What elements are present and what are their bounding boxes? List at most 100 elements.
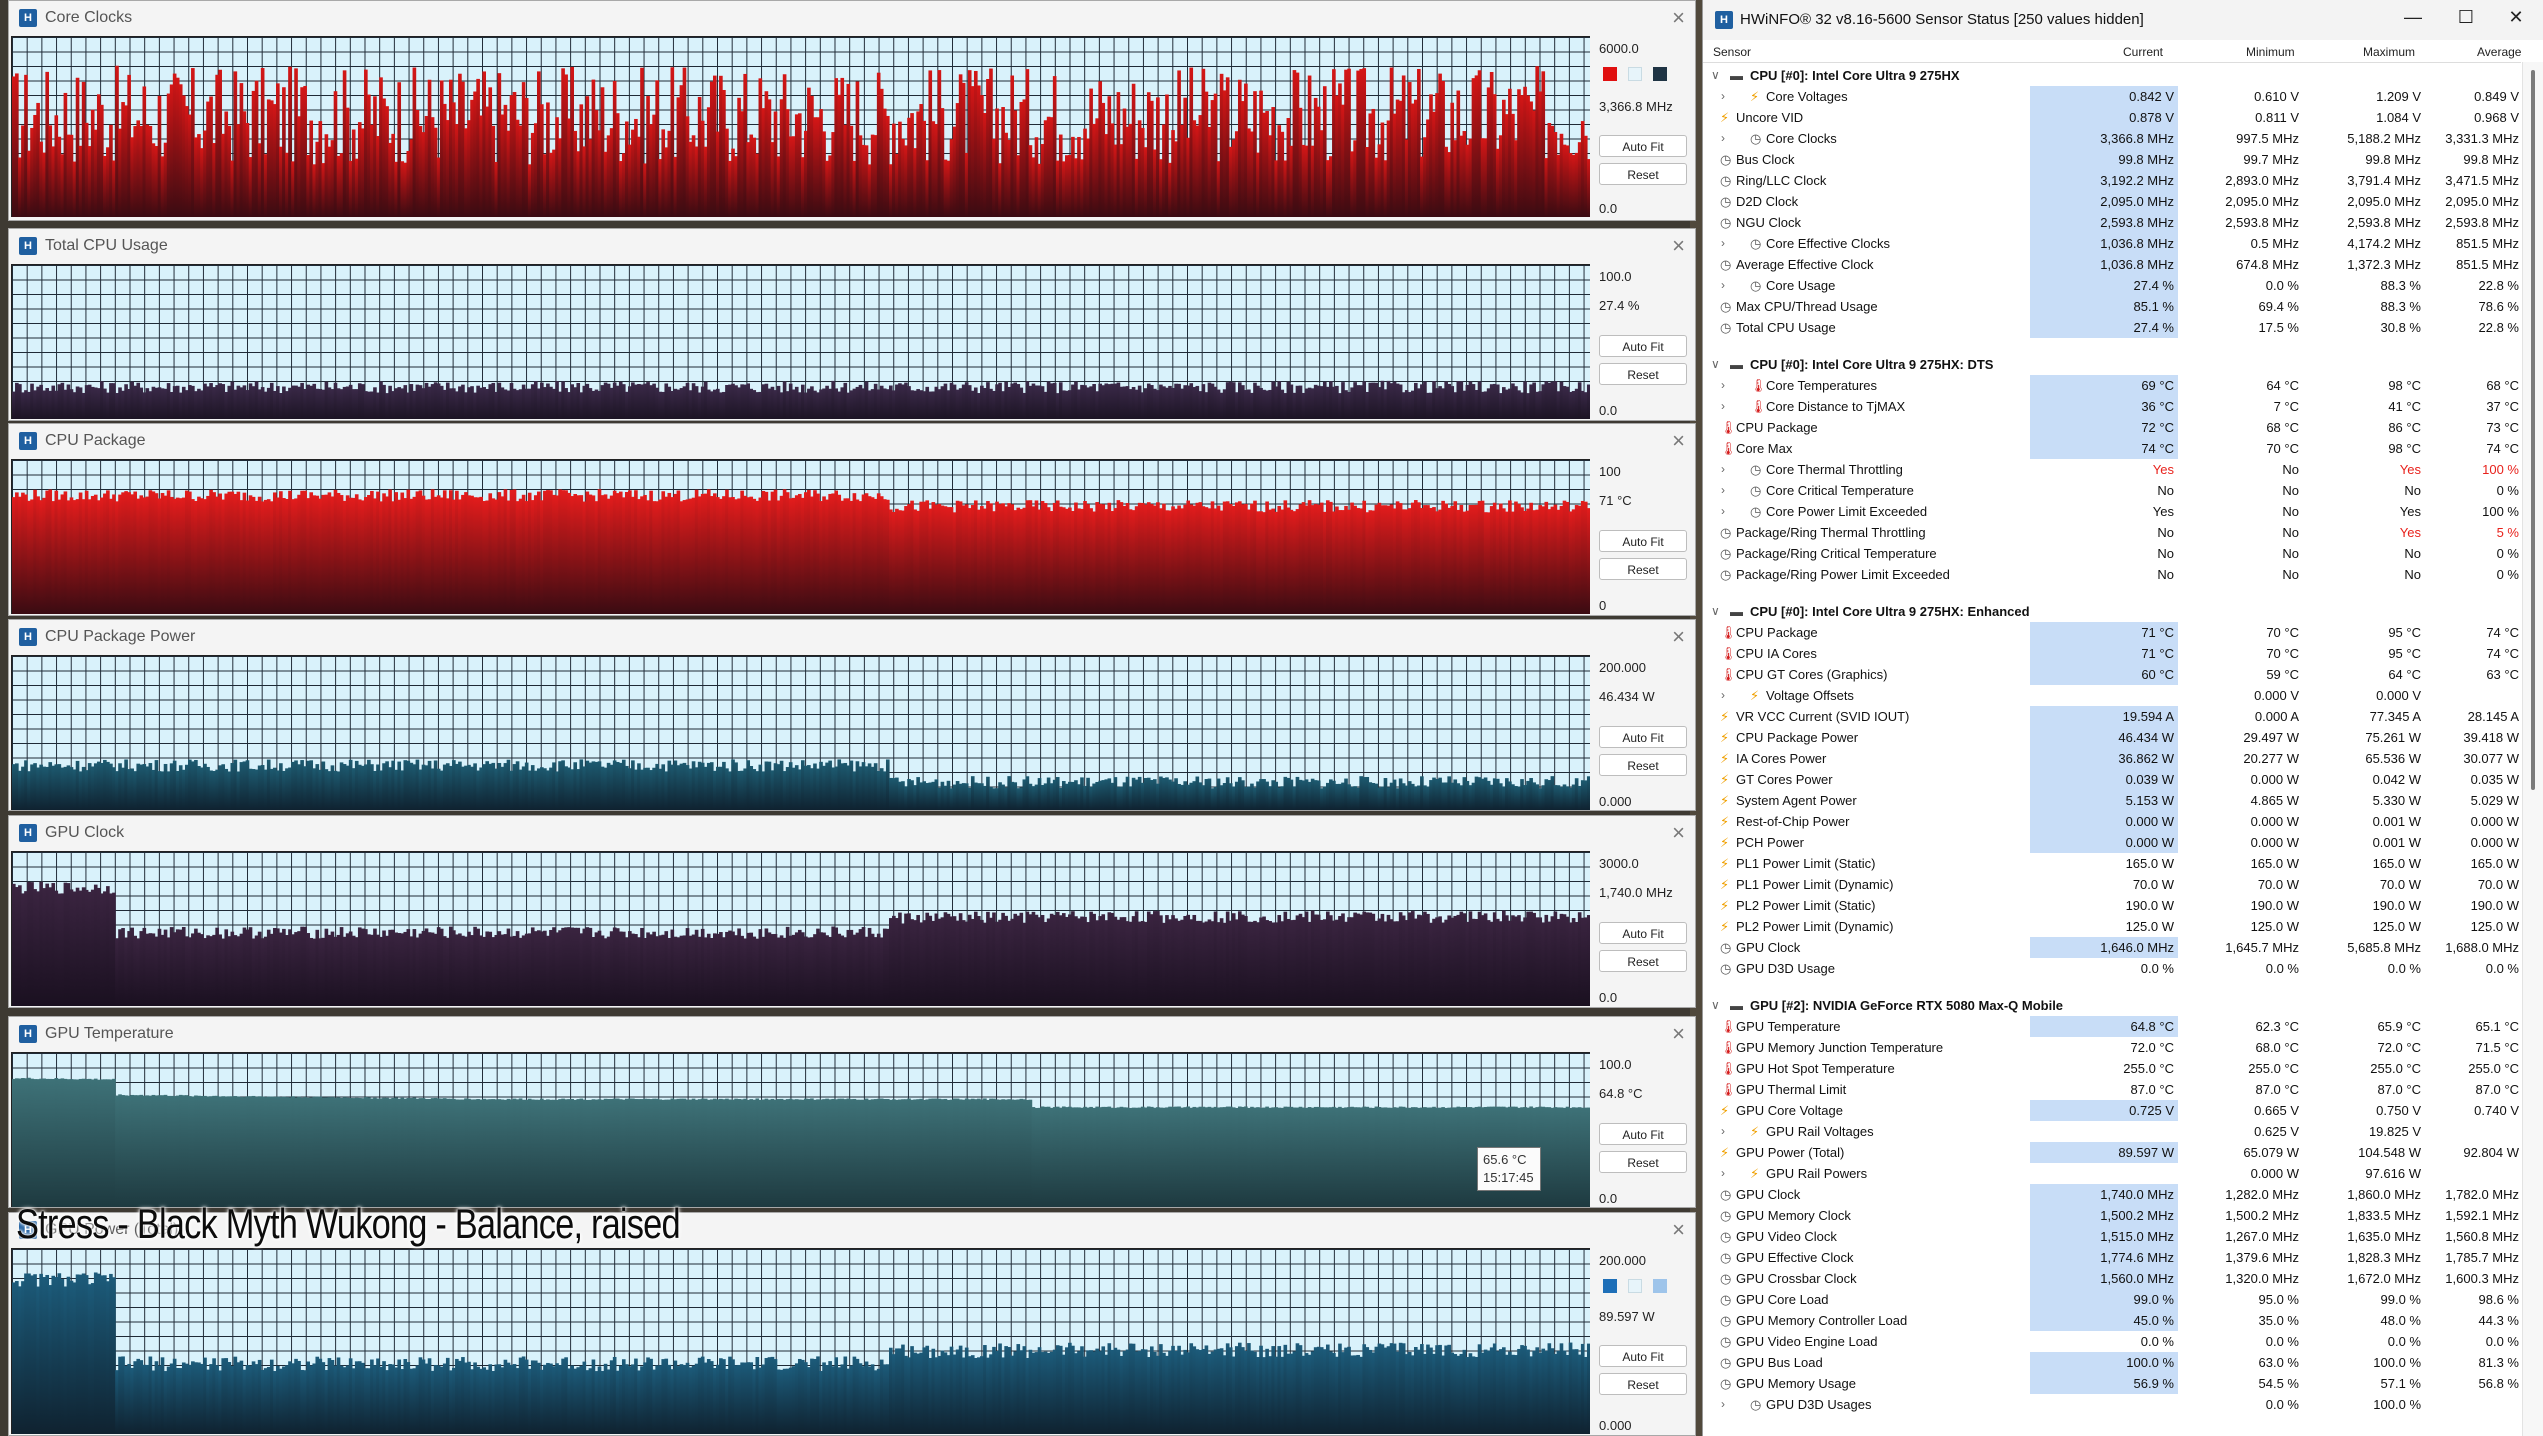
reset-button[interactable]: Reset [1599,558,1687,580]
sensor-row[interactable]: ◷ GPU Crossbar Clock 1,560.0 MHz 1,320.0… [1703,1268,2521,1289]
sensor-row[interactable]: ◷ GPU Memory Clock 1,500.2 MHz 1,500.2 M… [1703,1205,2521,1226]
graph-titlebar[interactable]: H Core Clocks × [9,1,1695,34]
graph-titlebar[interactable]: H Total CPU Usage × [9,229,1695,262]
expand-chevron-icon[interactable]: › [1721,275,1733,296]
sensor-row[interactable]: ⚡ PL2 Power Limit (Static) 190.0 W 190.0… [1703,895,2521,916]
reset-button[interactable]: Reset [1599,950,1687,972]
collapse-chevron-icon[interactable]: ∨ [1711,995,1723,1016]
maximize-button[interactable]: ☐ [2451,7,2481,28]
sensor-row[interactable]: ◷ GPU Memory Controller Load 45.0 % 35.0… [1703,1310,2521,1331]
sensor-row[interactable]: ◷ D2D Clock 2,095.0 MHz 2,095.0 MHz 2,09… [1703,191,2521,212]
sensor-row[interactable]: 🌡 Core Max 74 °C 70 °C 98 °C 74 °C [1703,438,2521,459]
column-header-average[interactable]: Average [2477,45,2521,59]
sensor-row[interactable]: ⚡ GT Cores Power 0.039 W 0.000 W 0.042 W… [1703,769,2521,790]
reset-button[interactable]: Reset [1599,163,1687,185]
sensor-row[interactable]: › ◷ Core Thermal Throttling Yes No Yes 1… [1703,459,2521,480]
auto-fit-button[interactable]: Auto Fit [1599,922,1687,944]
sensor-row[interactable]: ⚡ GPU Core Voltage 0.725 V 0.665 V 0.750… [1703,1100,2521,1121]
sensor-row[interactable]: › 🌡 Core Temperatures 69 °C 64 °C 98 °C … [1703,375,2521,396]
expand-chevron-icon[interactable]: › [1721,480,1733,501]
column-header-sensor[interactable]: Sensor [1713,45,1751,59]
sensor-row[interactable]: ◷ Ring/LLC Clock 3,192.2 MHz 2,893.0 MHz… [1703,170,2521,191]
sensor-row[interactable]: ◷ Package/Ring Power Limit Exceeded No N… [1703,564,2521,585]
column-header-minimum[interactable]: Minimum [2246,45,2295,59]
sensor-row[interactable]: ⚡ PCH Power 0.000 W 0.000 W 0.001 W 0.00… [1703,832,2521,853]
sensor-row[interactable]: ◷ GPU Clock 1,646.0 MHz 1,645.7 MHz 5,68… [1703,937,2521,958]
sensor-row[interactable]: 🌡 CPU IA Cores 71 °C 70 °C 95 °C 74 °C [1703,643,2521,664]
auto-fit-button[interactable]: Auto Fit [1599,135,1687,157]
color-swatch[interactable] [1603,1279,1617,1293]
sensor-row[interactable]: ⚡ System Agent Power 5.153 W 4.865 W 5.3… [1703,790,2521,811]
color-swatch[interactable] [1628,1279,1642,1293]
vertical-scrollbar[interactable] [2522,62,2543,1436]
sensor-row[interactable]: ◷ GPU Effective Clock 1,774.6 MHz 1,379.… [1703,1247,2521,1268]
sensor-row[interactable]: ⚡ PL1 Power Limit (Dynamic) 70.0 W 70.0 … [1703,874,2521,895]
column-header-maximum[interactable]: Maximum [2363,45,2415,59]
reset-button[interactable]: Reset [1599,363,1687,385]
reset-button[interactable]: Reset [1599,1151,1687,1173]
color-swatch[interactable] [1628,67,1642,81]
sensor-row[interactable]: ◷ Average Effective Clock 1,036.8 MHz 67… [1703,254,2521,275]
sensor-row[interactable]: ◷ GPU Clock 1,740.0 MHz 1,282.0 MHz 1,86… [1703,1184,2521,1205]
sensor-row[interactable]: 🌡 CPU Package 71 °C 70 °C 95 °C 74 °C [1703,622,2521,643]
sensor-row[interactable]: ◷ GPU Memory Usage 56.9 % 54.5 % 57.1 % … [1703,1373,2521,1394]
sensor-row[interactable]: › ◷ GPU D3D Usages 0.0 % 100.0 % [1703,1394,2521,1415]
graph-window[interactable]: H GPU Clock × 3000.0 1,740.0 MHz Auto Fi… [8,815,1696,1008]
sensor-group-header[interactable]: ∨ ▬ CPU [#0]: Intel Core Ultra 9 275HX [1703,65,2521,86]
expand-chevron-icon[interactable]: › [1721,501,1733,522]
expand-chevron-icon[interactable]: › [1721,86,1733,107]
sensor-group-header[interactable]: ∨ ▬ GPU [#2]: NVIDIA GeForce RTX 5080 Ma… [1703,995,2521,1016]
sensor-row[interactable]: ⚡ PL2 Power Limit (Dynamic) 125.0 W 125.… [1703,916,2521,937]
graph-window[interactable]: H CPU Package × 100 71 °C Auto Fit Reset… [8,423,1696,616]
sensor-row[interactable]: 🌡 GPU Hot Spot Temperature 255.0 °C 255.… [1703,1058,2521,1079]
scrollbar-thumb[interactable] [2531,70,2535,790]
sensor-row[interactable]: ◷ GPU Bus Load 100.0 % 63.0 % 100.0 % 81… [1703,1352,2521,1373]
reset-button[interactable]: Reset [1599,1373,1687,1395]
auto-fit-button[interactable]: Auto Fit [1599,335,1687,357]
graph-titlebar[interactable]: H CPU Package × [9,424,1695,457]
sensor-row[interactable]: ⚡ VR VCC Current (SVID IOUT) 19.594 A 0.… [1703,706,2521,727]
sensor-row[interactable]: ◷ NGU Clock 2,593.8 MHz 2,593.8 MHz 2,59… [1703,212,2521,233]
column-header-current[interactable]: Current [2123,45,2163,59]
sensor-row[interactable]: ◷ GPU Core Load 99.0 % 95.0 % 99.0 % 98.… [1703,1289,2521,1310]
sensor-row[interactable]: › ◷ Core Critical Temperature No No No 0… [1703,480,2521,501]
collapse-chevron-icon[interactable]: ∨ [1711,65,1723,86]
sensor-row[interactable]: › ⚡ GPU Rail Powers 0.000 W 97.616 W [1703,1163,2521,1184]
sensor-row[interactable]: ◷ Max CPU/Thread Usage 85.1 % 69.4 % 88.… [1703,296,2521,317]
sensor-row[interactable]: 🌡 GPU Memory Junction Temperature 72.0 °… [1703,1037,2521,1058]
sensor-row[interactable]: › ⚡ GPU Rail Voltages 0.625 V 19.825 V [1703,1121,2521,1142]
color-swatch[interactable] [1653,1279,1667,1293]
expand-chevron-icon[interactable]: › [1721,459,1733,480]
color-swatch[interactable] [1603,67,1617,81]
graph-window[interactable]: H CPU Package Power × 200.000 46.434 W A… [8,619,1696,811]
expand-chevron-icon[interactable]: › [1721,128,1733,149]
collapse-chevron-icon[interactable]: ∨ [1711,354,1723,375]
expand-chevron-icon[interactable]: › [1721,685,1733,706]
sensor-row[interactable]: ◷ Package/Ring Thermal Throttling No No … [1703,522,2521,543]
sensor-row[interactable]: ◷ GPU Video Engine Load 0.0 % 0.0 % 0.0 … [1703,1331,2521,1352]
sensor-row[interactable]: › ◷ Core Clocks 3,366.8 MHz 997.5 MHz 5,… [1703,128,2521,149]
expand-chevron-icon[interactable]: › [1721,1163,1733,1184]
auto-fit-button[interactable]: Auto Fit [1599,530,1687,552]
minimize-button[interactable]: — [2398,7,2428,28]
expand-chevron-icon[interactable]: › [1721,375,1733,396]
sensor-row[interactable]: ◷ Bus Clock 99.8 MHz 99.7 MHz 99.8 MHz 9… [1703,149,2521,170]
sensor-row[interactable]: › ⚡ Core Voltages 0.842 V 0.610 V 1.209 … [1703,86,2521,107]
sensor-row[interactable]: › ◷ Core Usage 27.4 % 0.0 % 88.3 % 22.8 … [1703,275,2521,296]
expand-chevron-icon[interactable]: › [1721,233,1733,254]
graph-titlebar[interactable]: H GPU Temperature × [9,1017,1695,1050]
sensor-row[interactable]: › ◷ Core Effective Clocks 1,036.8 MHz 0.… [1703,233,2521,254]
expand-chevron-icon[interactable]: › [1721,1121,1733,1142]
sensor-row[interactable]: ◷ GPU Video Clock 1,515.0 MHz 1,267.0 MH… [1703,1226,2521,1247]
sensor-row[interactable]: ⚡ IA Cores Power 36.862 W 20.277 W 65.53… [1703,748,2521,769]
sensor-row[interactable]: 🌡 CPU GT Cores (Graphics) 60 °C 59 °C 64… [1703,664,2521,685]
sensor-row[interactable]: › ◷ Core Power Limit Exceeded Yes No Yes… [1703,501,2521,522]
color-swatch[interactable] [1653,67,1667,81]
collapse-chevron-icon[interactable]: ∨ [1711,601,1723,622]
sensor-group-header[interactable]: ∨ ▬ CPU [#0]: Intel Core Ultra 9 275HX: … [1703,601,2521,622]
graph-titlebar[interactable]: H CPU Package Power × [9,620,1695,653]
sensor-row[interactable]: 🌡 CPU Package 72 °C 68 °C 86 °C 73 °C [1703,417,2521,438]
auto-fit-button[interactable]: Auto Fit [1599,726,1687,748]
graph-window[interactable]: H GPU Temperature × 100.0 64.8 °C Auto F… [8,1016,1696,1208]
reset-button[interactable]: Reset [1599,754,1687,776]
